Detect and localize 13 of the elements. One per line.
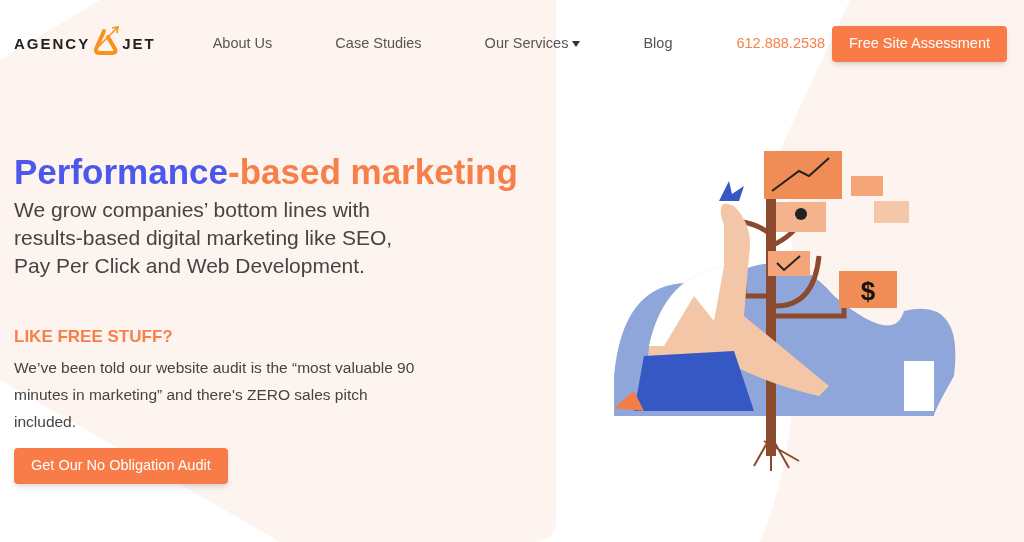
logo-text: JET	[122, 33, 156, 54]
offer-title: LIKE FREE STUFF?	[14, 326, 174, 348]
offer-text: We’ve been told our website audit is the “most valuable 90 minutes in marketing” and there's ZERO sales pitch included.	[14, 357, 416, 432]
logo-text: AGENCY	[14, 33, 91, 54]
nav-link[interactable]: About Us	[212, 33, 273, 55]
hero-subtitle: We grow companies’ bottom lines with results-based digital marketing like SEO, Pay Per Click and Web Development.	[14, 197, 394, 279]
marketing-illustration-drawing: $	[604, 146, 968, 476]
hero-heading: Performance-based marketing	[14, 151, 519, 193]
nav-link[interactable]: Our Services	[484, 33, 581, 55]
caret-icon	[572, 41, 581, 47]
nav-link[interactable]: Blog	[643, 33, 673, 55]
nav-link[interactable]: Case Studies	[335, 33, 422, 55]
logo-icon	[92, 25, 121, 55]
